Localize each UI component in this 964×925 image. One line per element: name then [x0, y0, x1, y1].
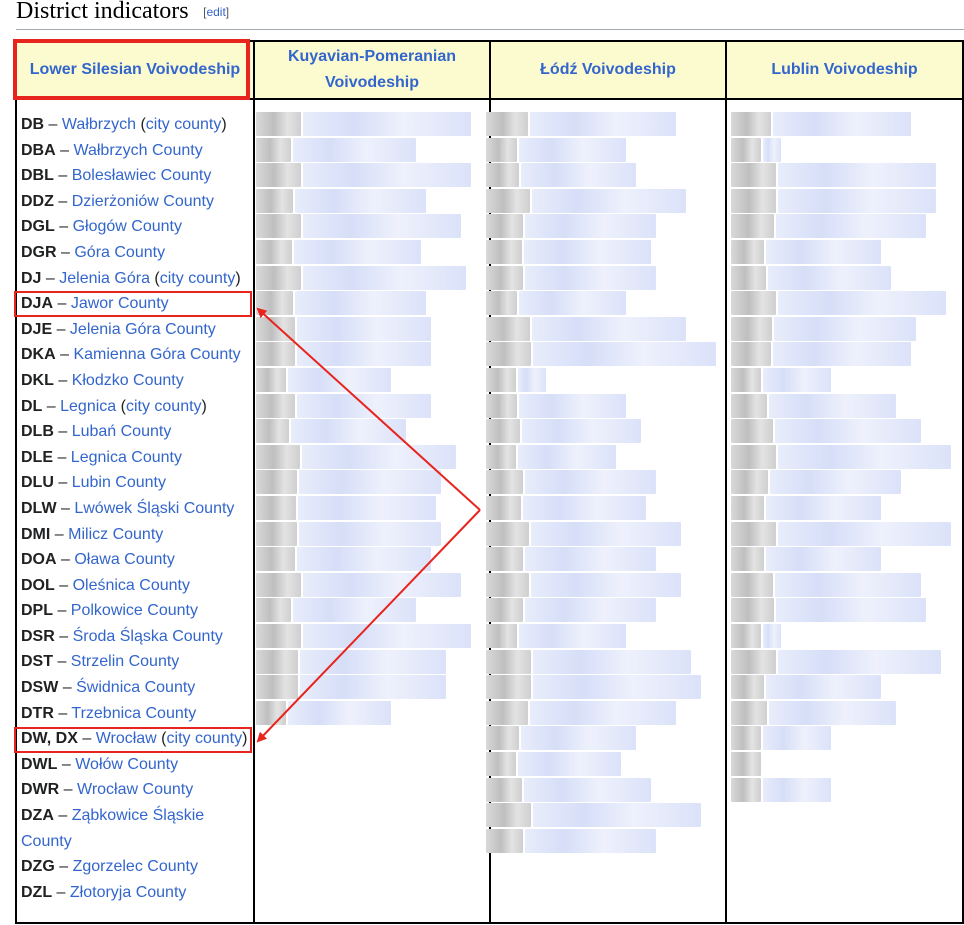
annotation-arrows — [256, 307, 481, 743]
arrow-to-wroclaw — [256, 509, 481, 743]
arrow-to-jawor — [256, 307, 481, 511]
